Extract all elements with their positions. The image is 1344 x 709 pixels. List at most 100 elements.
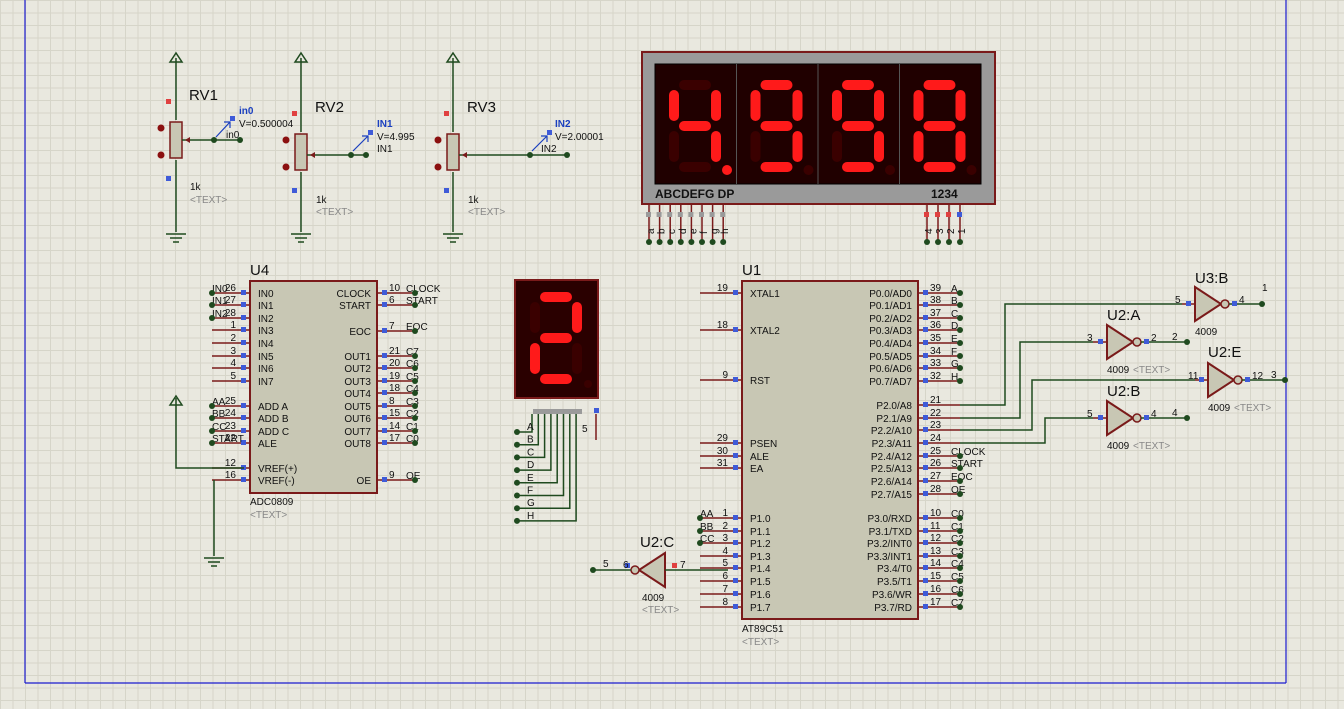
u1-pin-num: 36 — [930, 320, 942, 331]
digit-dp — [584, 380, 592, 388]
u1-net-label: START — [951, 459, 983, 470]
inverter-text: <TEXT> — [1133, 441, 1170, 452]
u1-pin-marker — [923, 591, 928, 596]
seven-segment-display-4digit[interactable]: ABCDEFG DP 1234 abcdefgh 4321 — [641, 51, 996, 245]
u1-pin-name: P0.2/AD2 — [869, 314, 912, 325]
inverter-u2-e[interactable]: 11 12 3 U2:E 4009 <TEXT> — [1188, 344, 1288, 414]
digit-1-seg-c — [711, 131, 721, 162]
display1-node-D — [514, 467, 520, 474]
inverter-in-pin: 5 — [1087, 409, 1093, 420]
u1-net-node — [957, 578, 963, 584]
digit-4-seg-c — [955, 131, 966, 162]
display4-pin-marker — [935, 212, 940, 217]
u1-net-node — [957, 302, 963, 308]
display4-pin-label-h: h — [720, 228, 731, 234]
digit-seg-d — [540, 374, 572, 384]
u4-pin-num: 10 — [389, 283, 401, 294]
inverter-pin-marker — [672, 563, 677, 568]
u1-net-node — [957, 290, 963, 296]
u4-pin-name: ADD B — [258, 414, 289, 425]
u1-net-node — [957, 478, 963, 484]
u4-pin-marker — [382, 428, 387, 433]
u4-pin-num: 1 — [230, 320, 236, 331]
u4-pin-marker — [241, 315, 246, 320]
u4-pin-marker — [382, 290, 387, 295]
inverter-pin-marker — [1186, 301, 1191, 306]
digit-1-dp — [722, 165, 732, 175]
u1-pin-name: P1.1 — [750, 527, 771, 538]
inverter-ref: U2:E — [1208, 344, 1241, 361]
u4-pin-name: OUT7 — [344, 427, 371, 438]
u4-pin-num: 3 — [230, 346, 236, 357]
u1-pin-name: P2.4/A12 — [871, 452, 913, 463]
rv3-value: 1k — [468, 195, 480, 206]
ic-u1-at89c51[interactable]: U1 AT89C51 <TEXT> 19XTAL118XTAL29RST29PS… — [697, 262, 986, 648]
inverter-u2-c[interactable]: 7 6 5 U2:C 4009<TEXT> — [590, 534, 728, 616]
u4-pin-marker — [241, 403, 246, 408]
u1-pin-marker — [923, 528, 928, 533]
digit-2-seg-e — [750, 131, 761, 162]
u1-pin-marker — [733, 553, 738, 558]
inverter-in-pin: 7 — [680, 560, 686, 571]
rv1-ref: RV1 — [189, 87, 218, 104]
inverter-net-label: 2 — [1172, 332, 1178, 343]
inverter-output-node — [1184, 415, 1190, 421]
inverter-body — [1207, 361, 1236, 399]
potentiometer-rv2[interactable]: RV2 IN1 V=4.995 IN1 1k <TEXT> — [282, 51, 415, 243]
inverter-part: 4009 — [1195, 327, 1218, 338]
u1-pin-name: ALE — [750, 452, 769, 463]
u1-net-label: F — [951, 347, 957, 358]
u4-pin-num: 24 — [225, 408, 237, 419]
u1-pin-num: 28 — [930, 484, 942, 495]
potentiometer-rv3[interactable]: RV3 IN2 V=2.00001 IN2 1k <TEXT> — [434, 51, 605, 243]
inverter-pin-marker — [1098, 339, 1103, 344]
u1-pin-name: XTAL2 — [750, 326, 780, 337]
u4-part: ADC0809 — [250, 497, 294, 508]
u4-pin-name: IN7 — [258, 377, 274, 388]
rv2-value: 1k — [316, 195, 328, 206]
display4-digit-pin-label-2: 2 — [946, 228, 957, 234]
inverter-pin-marker — [1199, 377, 1204, 382]
u1-pin-name: P2.3/A11 — [872, 439, 913, 450]
u4-pin-num: 5 — [230, 371, 236, 382]
u4-pin-num: 20 — [389, 358, 401, 369]
u4-pin-num: 6 — [389, 295, 395, 306]
u4-pin-name: OUT3 — [344, 377, 371, 388]
u1-pin-num: 11 — [930, 521, 941, 532]
rv3-net-label: IN2 — [541, 144, 557, 155]
u1-pin-name: P1.5 — [750, 577, 771, 588]
u1-pin-num: 3 — [722, 533, 728, 544]
ic-u4-adc0809[interactable]: U4 ADC0809 <TEXT> 26IN0IN027IN1IN128IN2I… — [209, 262, 441, 521]
seven-segment-display-1digit[interactable]: ABCDEFGH 5 — [514, 279, 599, 524]
u4-pin-num: 25 — [225, 396, 237, 407]
inverter-bubble — [1233, 375, 1243, 385]
u1-pin-name: P1.7 — [750, 603, 771, 614]
display1-wire-H — [517, 414, 577, 522]
digit-4-seg-g — [923, 121, 956, 131]
display4-digit-pin-label-1: 1 — [957, 228, 968, 234]
u4-pin-marker — [241, 353, 246, 358]
display4-pin-node — [709, 239, 716, 245]
u4-pin-num: 4 — [230, 358, 236, 369]
u1-pin-name: P3.6/WR — [872, 590, 912, 601]
u1-pin-num: 33 — [930, 358, 942, 369]
u4-net-node — [412, 365, 418, 371]
schematic-canvas[interactable]: RV1 in0 V=0.500004 in0 1k <TEXT> RV2 IN1… — [0, 0, 1344, 709]
u4-pin-marker — [241, 327, 246, 332]
potentiometer-rv1[interactable]: RV1 in0 V=0.500004 in0 1k <TEXT> — [157, 51, 294, 243]
display4-pin-label-f: f — [699, 231, 710, 234]
inverter-u2-b[interactable]: 5 4 4 U2:B 4009 <TEXT> — [1087, 383, 1190, 452]
inverter-out-pin: 4 — [1151, 409, 1157, 420]
u4-net-node — [412, 302, 418, 308]
digit-seg-f — [530, 302, 540, 333]
display1-com-marker — [594, 408, 599, 413]
u1-net-label: E — [951, 334, 958, 345]
inverter-u3-b[interactable]: 5 4 1 U3:B 4009 — [1175, 270, 1268, 338]
rv2-ref: RV2 — [315, 99, 344, 116]
inverter-u2-a[interactable]: 3 2 2 U2:A 4009 <TEXT> — [1087, 307, 1190, 376]
u1-pin-marker — [923, 365, 928, 370]
rv1-probe-name: in0 — [239, 106, 254, 117]
u1-pin-marker — [733, 515, 738, 520]
u1-net-node — [957, 491, 963, 497]
u1-pin-num: 37 — [930, 308, 942, 319]
